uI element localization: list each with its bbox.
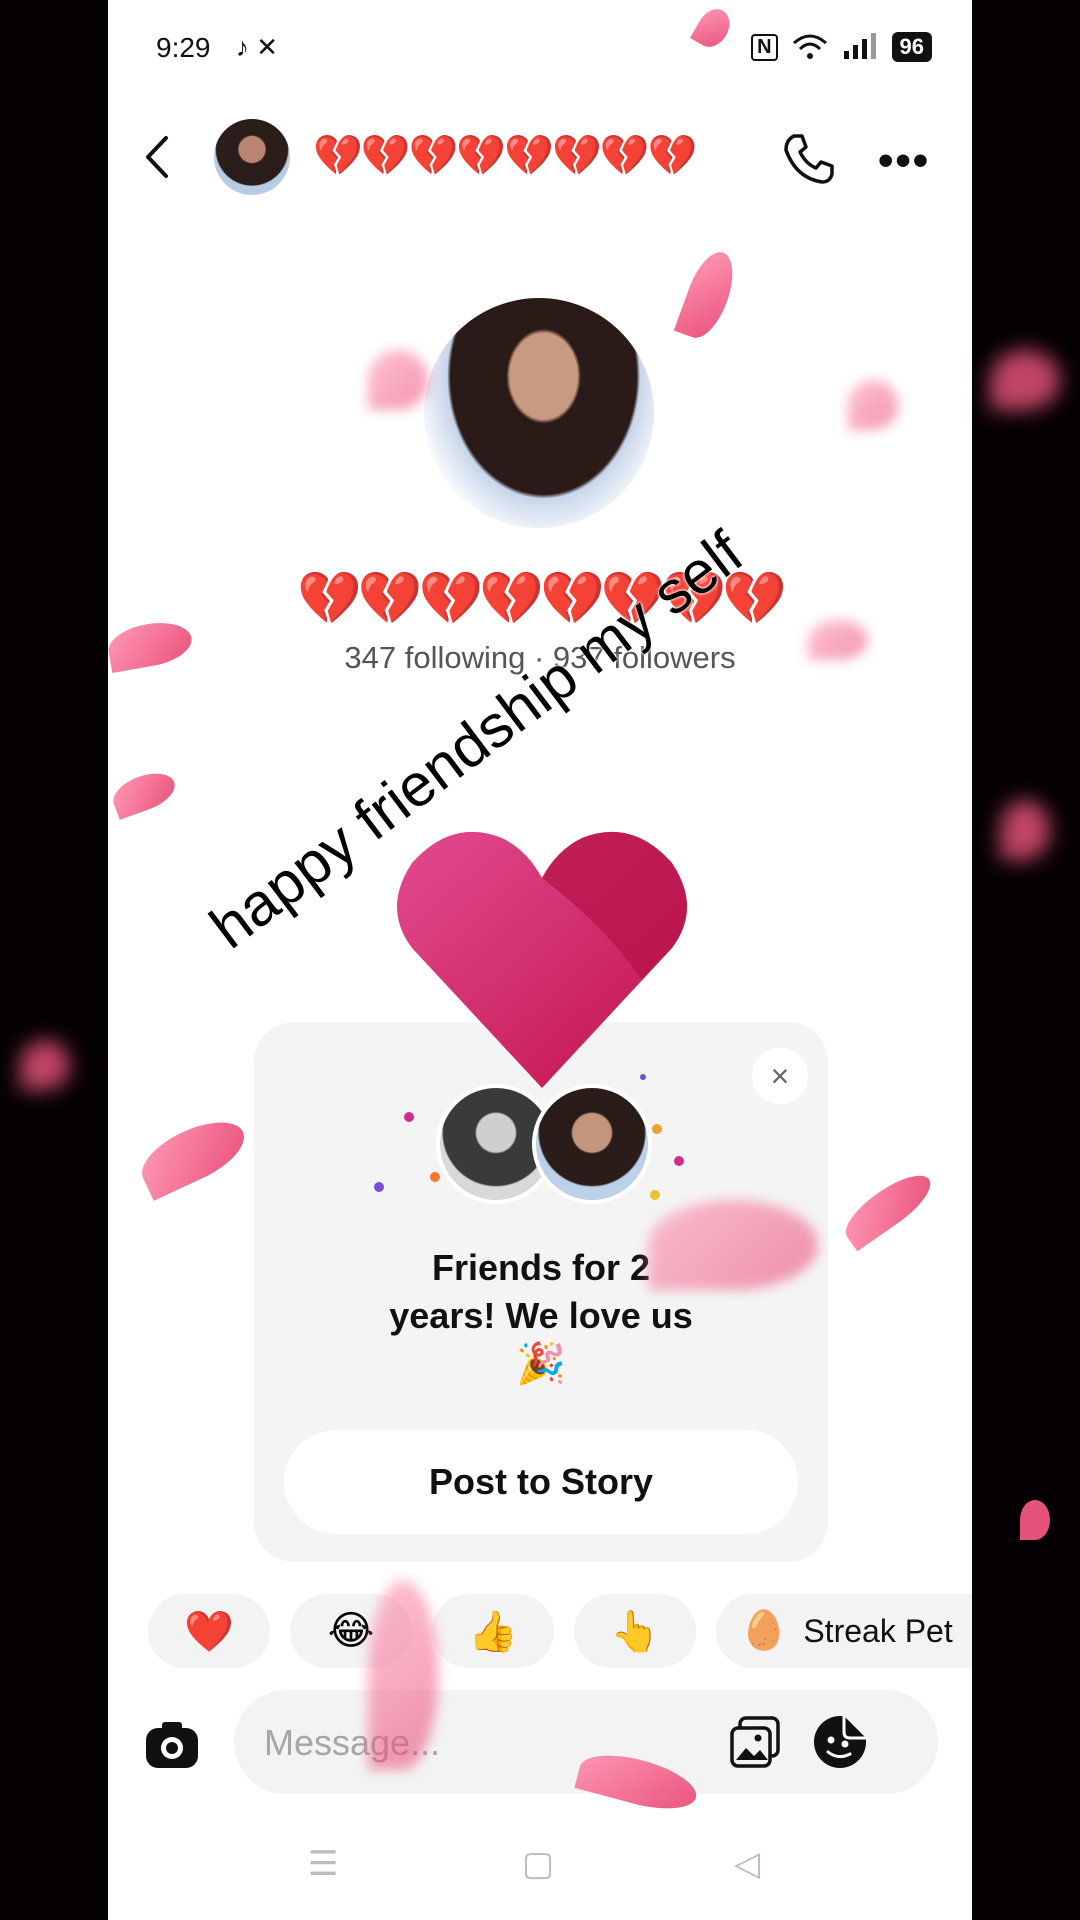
petal-blur bbox=[1020, 1500, 1050, 1540]
friendship-card: × Friends for 2 years! We love us 🎉 Post… bbox=[254, 1022, 828, 1562]
confetti bbox=[652, 1124, 662, 1134]
profile-avatar[interactable] bbox=[424, 298, 654, 528]
home-icon[interactable]: ▢ bbox=[522, 1844, 554, 1884]
quick-reactions: ❤️ 😂 👍 👆 🥚 Streak Pet bbox=[148, 1594, 972, 1668]
friends-avatars bbox=[436, 1084, 666, 1204]
reaction-heart[interactable]: ❤️ bbox=[148, 1594, 270, 1668]
recent-apps-icon[interactable]: ☰ bbox=[308, 1844, 338, 1884]
status-time: 9:29 bbox=[156, 32, 211, 63]
back-arrow-icon[interactable] bbox=[138, 132, 178, 182]
camera-icon[interactable] bbox=[144, 1716, 200, 1772]
right-backdrop bbox=[972, 0, 1080, 1920]
post-to-story-button[interactable]: Post to Story bbox=[284, 1430, 798, 1534]
confetti bbox=[650, 1190, 660, 1200]
petal-blur bbox=[20, 1040, 70, 1090]
petal bbox=[368, 350, 428, 410]
phone-icon[interactable] bbox=[780, 130, 836, 186]
close-icon[interactable]: × bbox=[752, 1048, 808, 1104]
battery-indicator: 96 bbox=[891, 32, 932, 62]
petal bbox=[848, 380, 898, 430]
system-nav-bar: ☰ ▢ ◁ bbox=[108, 1840, 972, 1900]
confetti bbox=[374, 1182, 384, 1192]
petal bbox=[648, 1200, 818, 1290]
heart-icon bbox=[397, 831, 687, 1088]
nfc-icon: N bbox=[751, 33, 778, 61]
friendship-line2: years! We love us bbox=[389, 1295, 693, 1336]
confetti bbox=[404, 1112, 414, 1122]
petal bbox=[132, 1109, 254, 1201]
notification-icons: ♪ ✕ bbox=[236, 32, 279, 62]
petal bbox=[368, 1580, 438, 1770]
streak-pet-button[interactable]: 🥚 Streak Pet bbox=[716, 1594, 972, 1668]
confetti bbox=[430, 1172, 440, 1182]
avatar bbox=[532, 1084, 652, 1204]
status-right: N 96 bbox=[751, 32, 932, 62]
petal-blur bbox=[990, 350, 1060, 410]
petal bbox=[808, 620, 868, 660]
gallery-icon[interactable] bbox=[728, 1714, 784, 1770]
reaction-point-up[interactable]: 👆 bbox=[574, 1594, 696, 1668]
party-icon: 🎉 bbox=[516, 1342, 566, 1386]
chat-header: 💔💔💔💔💔💔💔💔 ••• bbox=[108, 112, 972, 202]
egg-icon: 🥚 bbox=[740, 1610, 788, 1652]
avatar[interactable] bbox=[214, 119, 290, 195]
wifi-icon bbox=[792, 34, 827, 59]
sticker-icon[interactable] bbox=[812, 1714, 868, 1770]
petal bbox=[673, 245, 743, 345]
signal-icon bbox=[843, 33, 876, 59]
back-nav-icon[interactable]: ◁ bbox=[734, 1844, 760, 1884]
petal bbox=[108, 766, 180, 820]
streak-pet-label: Streak Pet bbox=[803, 1612, 953, 1649]
confetti bbox=[674, 1156, 684, 1166]
petal-blur bbox=[1000, 800, 1050, 860]
petal bbox=[836, 1164, 940, 1252]
status-bar: 9:29 ♪ ✕ N 96 bbox=[108, 28, 972, 72]
left-backdrop bbox=[0, 0, 108, 1920]
chat-title[interactable]: 💔💔💔💔💔💔💔💔 bbox=[313, 132, 697, 179]
dm-screen: 9:29 ♪ ✕ N 96 💔💔💔💔💔💔💔💔 ••• 💔💔💔💔💔💔💔💔 347 … bbox=[108, 0, 972, 1920]
more-options-icon[interactable]: ••• bbox=[878, 136, 930, 186]
reaction-thumbs-up[interactable]: 👍 bbox=[432, 1594, 554, 1668]
